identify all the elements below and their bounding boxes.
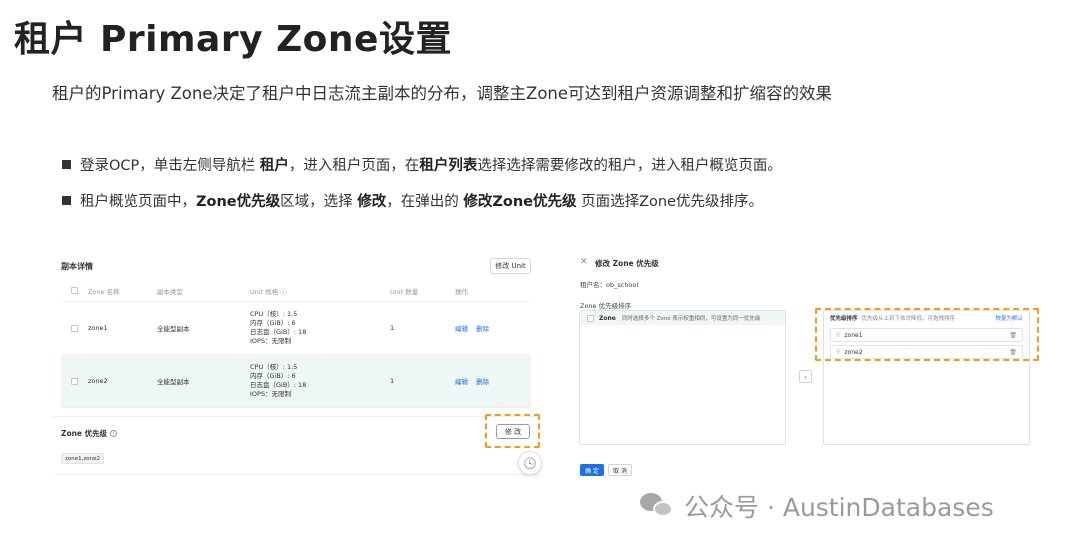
edit-link[interactable]: 编辑 <box>455 325 468 333</box>
table-row: zone2 全能型副本 CPU（核）: 1.5 内存（GiB）: 6 日志盘（G… <box>61 355 531 408</box>
bullet-square-icon <box>62 160 71 169</box>
column-header: Unit 规格 ⓘ <box>250 287 287 296</box>
move-right-button[interactable]: › <box>799 370 812 383</box>
bullet-text: 租户概览页面中，Zone优先级区域，选择 修改，在弹出的 修改Zone优先级 页… <box>80 194 764 210</box>
unit-spec: CPU（核）: 1.5 内存（GiB）: 6 日志盘（GiB）: 18 IOPS… <box>250 310 307 345</box>
zone-source-list: Zone 同时选择多个 Zone 表示权重相同，可设置为同一优先级 <box>579 310 786 445</box>
column-header: Unit 数量 <box>390 287 419 296</box>
replica-type: 全能型副本 <box>157 378 190 386</box>
zone-name: zone2 <box>88 377 108 385</box>
clock-icon[interactable]: 🕓 <box>518 451 542 475</box>
column-header: 副本类型 <box>157 287 183 296</box>
close-icon[interactable]: ✕ <box>580 257 588 267</box>
table-header: Zone 名称 副本类型 Unit 规格 ⓘ Unit 数量 操作 <box>61 280 531 302</box>
bullet-text: 登录OCP，单击左侧导航栏 租户，进入租户页面，在租户列表选择选择需要修改的租户… <box>80 158 782 174</box>
wechat-icon <box>640 491 676 521</box>
modal-title: 修改 Zone 优先级 <box>595 259 659 268</box>
zone-order-label: Zone 优先级排序 <box>580 302 632 310</box>
unit-spec: CPU（核）: 1.5 内存（GiB）: 6 日志盘（GiB）: 18 IOPS… <box>250 363 307 398</box>
table-row: zone1 全能型副本 CPU（核）: 1.5 内存（GiB）: 6 日志盘（G… <box>61 302 531 355</box>
zone-priority-title: Zone 优先级? <box>61 428 118 439</box>
tenant-name-label: 租户名：ob_school <box>580 281 639 289</box>
page-title: 租户 Primary Zone设置 <box>14 19 452 60</box>
replica-table: Zone 名称 副本类型 Unit 规格 ⓘ Unit 数量 操作 zone1 … <box>61 280 531 408</box>
select-all-checkbox[interactable] <box>71 287 78 294</box>
modify-zone-priority-modal: ✕ 修改 Zone 优先级 租户名：ob_school Zone 优先级排序 Z… <box>570 250 1045 485</box>
edit-link[interactable]: 编辑 <box>455 378 468 386</box>
bullet-item: 租户概览页面中，Zone优先级区域，选择 修改，在弹出的 修改Zone优先级 页… <box>62 190 763 211</box>
zone-select-all-checkbox[interactable] <box>587 314 594 322</box>
delete-link[interactable]: 删除 <box>476 325 489 333</box>
column-header: Zone 名称 <box>88 287 120 296</box>
bullet-square-icon <box>62 196 71 205</box>
watermark: 公众号 · AustinDatabases <box>640 488 994 524</box>
modify-unit-button[interactable]: 修改 Unit <box>490 258 531 274</box>
confirm-button[interactable]: 确 定 <box>580 464 604 476</box>
zone-priority-tag: zone1,zone2 <box>61 453 104 464</box>
delete-link[interactable]: 删除 <box>476 378 489 386</box>
page-subtitle: 租户的Primary Zone决定了租户中日志流主副本的分布，调整主Zone可达… <box>52 84 833 103</box>
cancel-button[interactable]: 取 消 <box>608 464 632 476</box>
highlight-box <box>485 414 540 448</box>
highlight-box <box>815 308 1039 361</box>
row-checkbox[interactable] <box>71 377 78 385</box>
unit-count: 1 <box>390 324 395 332</box>
unit-count: 1 <box>390 377 395 385</box>
replica-type: 全能型副本 <box>157 325 190 333</box>
column-header: 操作 <box>455 287 468 296</box>
replica-details-title: 副本详情 <box>61 262 93 271</box>
zone-source-header: Zone 同时选择多个 Zone 表示权重相同，可设置为同一优先级 <box>580 311 785 325</box>
divider <box>53 416 540 417</box>
info-icon: ? <box>110 430 118 437</box>
bullet-item: 登录OCP，单击左侧导航栏 租户，进入租户页面，在租户列表选择选择需要修改的租户… <box>62 154 782 175</box>
zone-name: zone1 <box>88 324 108 332</box>
row-checkbox[interactable] <box>71 324 78 332</box>
replica-details-panel: 副本详情 修改 Unit Zone 名称 副本类型 Unit 规格 ⓘ Unit… <box>53 248 540 475</box>
